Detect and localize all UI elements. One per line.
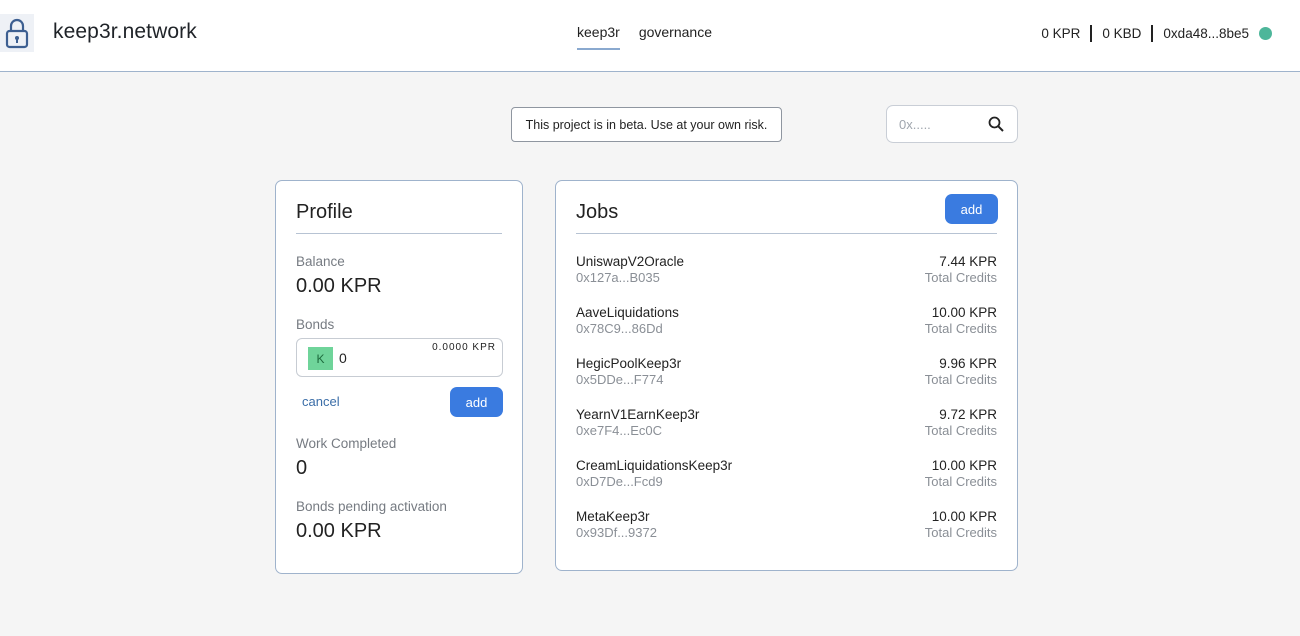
job-list: UniswapV2Oracle 0x127a...B035 7.44 KPR T… <box>576 254 997 560</box>
jobs-card: Jobs add UniswapV2Oracle 0x127a...B035 7… <box>555 180 1018 571</box>
balance-value: 0.00 KPR <box>296 275 382 297</box>
kpr-token-icon: K <box>308 347 333 370</box>
add-bond-button[interactable]: add <box>450 387 503 417</box>
brand-name[interactable]: keep3r.network <box>53 20 197 44</box>
job-name[interactable]: HegicPoolKeep3r <box>576 356 681 371</box>
divider <box>1151 25 1154 42</box>
divider <box>576 233 997 234</box>
bonds-label: Bonds <box>296 317 335 332</box>
profile-card: Profile Balance 0.00 KPR Bonds K 0 0.000… <box>275 180 523 574</box>
wallet-info: 0 KPR 0 KBD 0xda48...8be5 <box>1041 25 1272 42</box>
job-row[interactable]: UniswapV2Oracle 0x127a...B035 7.44 KPR T… <box>576 254 997 305</box>
kbd-balance: 0 KBD <box>1102 26 1142 41</box>
job-credits: 10.00 KPR <box>931 305 997 320</box>
job-credits: 9.96 KPR <box>939 356 997 371</box>
work-completed-value: 0 <box>296 457 308 479</box>
job-name[interactable]: AaveLiquidations <box>576 305 679 320</box>
job-address: 0xD7De...Fcd9 <box>576 474 663 489</box>
job-credits: 10.00 KPR <box>931 458 997 473</box>
job-address: 0x5DDe...F774 <box>576 372 664 387</box>
job-address: 0x127a...B035 <box>576 270 660 285</box>
tab-keep3r[interactable]: keep3r <box>577 24 620 50</box>
bonds-pending-value: 0.00 KPR <box>296 520 382 542</box>
job-row[interactable]: HegicPoolKeep3r 0x5DDe...F774 9.96 KPR T… <box>576 356 997 407</box>
top-header: keep3r.network keep3r governance 0 KPR 0… <box>0 0 1300 72</box>
search-input[interactable] <box>899 116 979 132</box>
job-credits: 10.00 KPR <box>931 509 997 524</box>
job-credits: 9.72 KPR <box>939 407 997 422</box>
job-name[interactable]: UniswapV2Oracle <box>576 254 684 269</box>
job-credits-label: Total Credits <box>924 525 997 540</box>
jobs-title: Jobs <box>576 201 619 223</box>
job-address: 0x78C9...86Dd <box>576 321 663 336</box>
job-credits-label: Total Credits <box>924 372 997 387</box>
job-row[interactable]: YearnV1EarnKeep3r 0xe7F4...Ec0C 9.72 KPR… <box>576 407 997 458</box>
job-row[interactable]: AaveLiquidations 0x78C9...86Dd 10.00 KPR… <box>576 305 997 356</box>
job-credits-label: Total Credits <box>924 321 997 336</box>
job-address: 0x93Df...9372 <box>576 525 657 540</box>
search-icon[interactable] <box>988 116 1004 137</box>
job-name[interactable]: YearnV1EarnKeep3r <box>576 407 699 422</box>
search-box <box>886 105 1018 143</box>
job-credits-label: Total Credits <box>924 423 997 438</box>
job-name[interactable]: CreamLiquidationsKeep3r <box>576 458 732 473</box>
add-job-button[interactable]: add <box>945 194 998 224</box>
work-completed-label: Work Completed <box>296 436 397 451</box>
main-nav: keep3r governance <box>577 24 712 50</box>
bond-amount-value[interactable]: 0 <box>339 350 347 366</box>
job-credits-label: Total Credits <box>924 474 997 489</box>
job-credits-label: Total Credits <box>924 270 997 285</box>
job-row[interactable]: CreamLiquidationsKeep3r 0xD7De...Fcd9 10… <box>576 458 997 509</box>
bonds-pending-label: Bonds pending activation <box>296 499 447 514</box>
wallet-address[interactable]: 0xda48...8be5 <box>1163 26 1249 41</box>
connection-status-icon <box>1259 27 1272 40</box>
job-name[interactable]: MetaKeep3r <box>576 509 650 524</box>
divider <box>296 233 502 234</box>
bond-amount-field[interactable]: K 0 0.0000 KPR <box>296 338 503 377</box>
beta-notice: This project is in beta. Use at your own… <box>511 107 782 142</box>
cancel-button[interactable]: cancel <box>302 394 340 409</box>
balance-label: Balance <box>296 254 345 269</box>
kpr-balance: 0 KPR <box>1041 26 1081 41</box>
divider <box>1090 25 1093 42</box>
job-credits: 7.44 KPR <box>939 254 997 269</box>
profile-title: Profile <box>296 201 353 223</box>
bond-max-balance[interactable]: 0.0000 KPR <box>432 342 496 353</box>
tab-governance[interactable]: governance <box>639 24 712 50</box>
job-address: 0xe7F4...Ec0C <box>576 423 662 438</box>
lock-logo-icon <box>0 14 34 52</box>
job-row[interactable]: MetaKeep3r 0x93Df...9372 10.00 KPR Total… <box>576 509 997 560</box>
